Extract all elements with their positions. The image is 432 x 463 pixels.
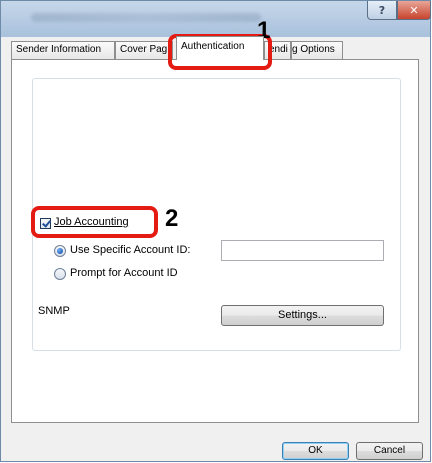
tab-cover-page[interactable]: Cover Pag — [115, 41, 173, 59]
cancel-button-label: Cancel — [373, 445, 406, 456]
tab-sending-options[interactable]: g Options — [291, 41, 343, 59]
window-title-blurred — [31, 13, 261, 22]
use-specific-account-id-label: Use Specific Account ID: — [70, 244, 191, 256]
prompt-for-account-id-label: Prompt for Account ID — [70, 267, 178, 279]
cancel-button[interactable]: Cancel — [356, 442, 423, 460]
tab-label: Sender Information — [16, 44, 102, 55]
radio-selected-dot — [57, 248, 63, 254]
help-button[interactable]: ? — [367, 1, 397, 20]
ok-button-label: OK — [308, 445, 323, 456]
close-button[interactable]: ✕ — [397, 1, 431, 20]
tab-label: Cover Pag — [120, 44, 168, 55]
callout-job-accounting — [31, 206, 158, 238]
tab-label: Authentication — [181, 41, 245, 52]
account-id-input[interactable] — [221, 240, 384, 261]
question-mark-icon: ? — [378, 3, 386, 17]
tab-sender-information[interactable]: Sender Information — [11, 41, 115, 59]
title-bar: ? ✕ — [1, 1, 431, 37]
tab-label: g Options — [292, 44, 335, 55]
settings-button-label: Settings... — [278, 309, 327, 321]
settings-button[interactable]: Settings... — [221, 305, 384, 326]
tab-authentication[interactable]: Authentication — [176, 36, 264, 60]
snmp-label: SNMP — [38, 305, 70, 317]
prompt-for-account-id-radio[interactable] — [54, 268, 66, 280]
close-icon: ✕ — [409, 3, 419, 17]
use-specific-account-id-radio[interactable] — [54, 245, 66, 257]
step-2-marker: 2 — [165, 205, 179, 232]
ok-button[interactable]: OK — [282, 442, 349, 460]
